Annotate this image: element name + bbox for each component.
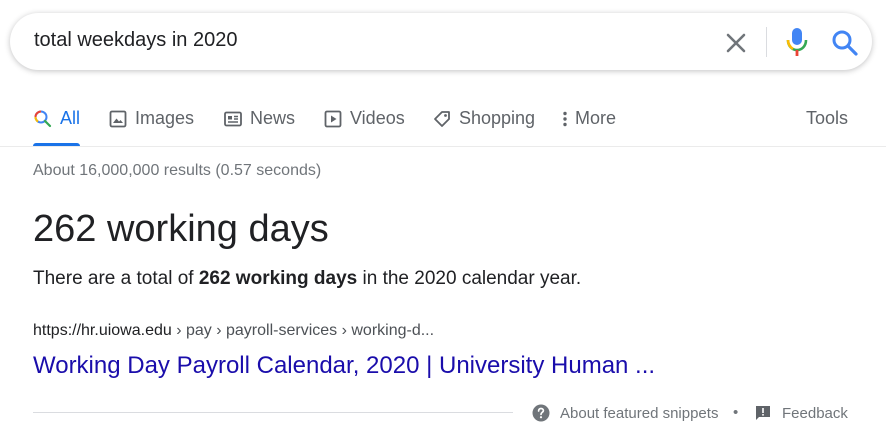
tab-label: More	[575, 108, 617, 128]
about-featured-snippets-button[interactable]: About featured snippets	[532, 402, 718, 424]
tab-label: All	[60, 108, 81, 128]
close-icon	[726, 33, 746, 53]
clear-search-button[interactable]	[722, 29, 750, 57]
snippet-text-before: There are a total of	[33, 268, 199, 289]
more-vertical-icon	[563, 111, 567, 127]
snippet-text-after: in the 2020 calendar year.	[357, 268, 582, 289]
help-icon	[532, 404, 550, 422]
search-input[interactable]	[34, 29, 674, 52]
feedback-icon	[756, 406, 770, 420]
feedback-label: Feedback	[782, 404, 848, 422]
featured-answer: 262 working days	[33, 208, 329, 250]
tag-icon	[434, 111, 450, 127]
voice-search-button[interactable]	[785, 26, 809, 58]
tab-label: News	[250, 108, 296, 128]
search-icon	[832, 30, 858, 56]
search-box	[10, 13, 872, 70]
result-title-link[interactable]: Working Day Payroll Calendar, 2020 | Uni…	[33, 350, 655, 382]
feedback-button[interactable]: Feedback	[755, 402, 848, 424]
news-icon	[224, 111, 242, 127]
tools-label: Tools	[806, 108, 849, 128]
microphone-icon	[786, 28, 808, 56]
tab-images[interactable]: Images	[108, 104, 194, 146]
play-icon	[324, 110, 342, 128]
about-featured-snippets-label: About featured snippets	[560, 404, 719, 422]
tab-videos[interactable]: Videos	[323, 104, 405, 146]
citation-domain: https://hr.uiowa.edu	[33, 322, 172, 339]
snippet-text: There are a total of 262 working days in…	[33, 266, 581, 292]
tab-all[interactable]: All	[33, 104, 81, 146]
tab-label: Images	[135, 108, 195, 128]
tab-label: Shopping	[459, 108, 536, 128]
search-icon	[34, 110, 52, 128]
tab-label: Videos	[350, 108, 405, 128]
tools-button[interactable]: Tools	[806, 104, 848, 146]
tab-shopping[interactable]: Shopping	[432, 104, 535, 146]
footer-divider	[33, 412, 513, 413]
image-icon	[109, 110, 127, 128]
result-citation: https://hr.uiowa.edu › pay › payroll-ser…	[33, 320, 434, 342]
citation-path: › pay › payroll-services › working-d...	[171, 322, 435, 339]
search-button[interactable]	[830, 28, 860, 58]
snippet-text-bold: 262 working days	[198, 268, 358, 289]
result-stats: About 16,000,000 results (0.57 seconds)	[33, 162, 322, 179]
tab-more[interactable]: More	[560, 104, 616, 146]
tabs-divider	[0, 146, 886, 147]
search-tabs: All Images News Videos Shopping More Too…	[33, 104, 853, 146]
footer-separator: •	[733, 404, 739, 421]
search-box-divider	[766, 27, 767, 57]
tab-news[interactable]: News	[223, 104, 295, 146]
